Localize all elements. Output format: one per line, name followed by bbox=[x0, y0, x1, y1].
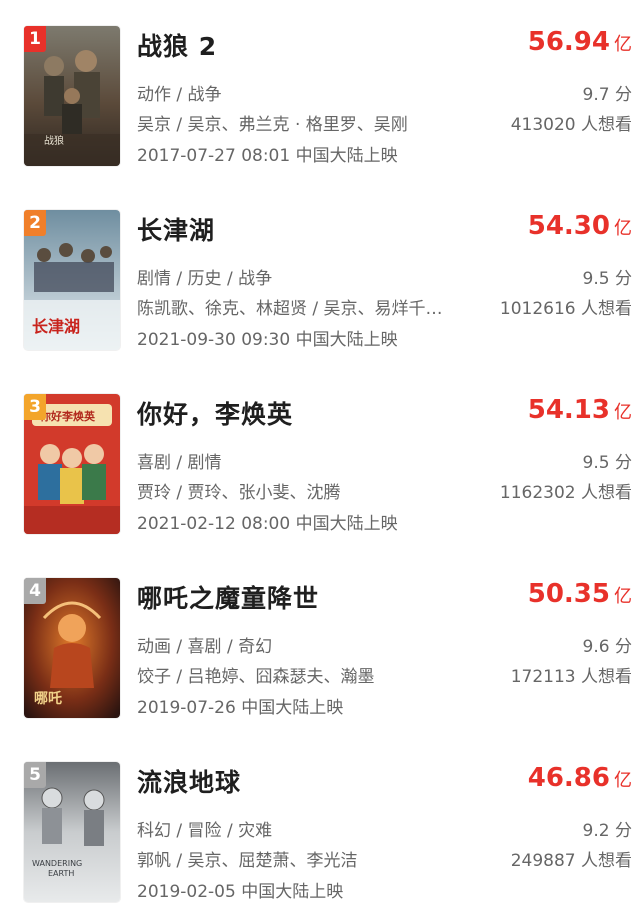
svg-text:你好李焕英: 你好李焕英 bbox=[39, 409, 96, 423]
list-item[interactable]: 哪吒 4 哪吒之魔童降世 50.35 亿 动画 / 喜剧 / 奇幻 9.6 分 饺… bbox=[0, 552, 640, 736]
svg-text:长津湖: 长津湖 bbox=[32, 317, 80, 336]
release-date: 2019-07-26 中国大陆上映 bbox=[137, 698, 344, 718]
box-office: 54.30 亿 bbox=[528, 211, 632, 241]
genres: 剧情 / 历史 / 战争 bbox=[137, 269, 273, 289]
score: 9.6 分 bbox=[582, 637, 632, 657]
svg-text:哪吒: 哪吒 bbox=[34, 691, 62, 707]
genres: 喜剧 / 剧情 bbox=[137, 453, 222, 473]
rank-badge: 4 bbox=[24, 578, 46, 604]
rank-badge: 1 bbox=[24, 26, 46, 52]
box-office-value: 54.13 bbox=[527, 395, 610, 425]
rank-badge: 3 bbox=[24, 394, 46, 420]
box-office-unit: 亿 bbox=[614, 34, 632, 55]
box-office: 54.13 亿 bbox=[528, 395, 632, 425]
box-office-unit: 亿 bbox=[614, 402, 632, 423]
list-item[interactable]: 你好李焕英 3 你好，李焕英 54.13 亿 喜剧 / 剧情 9.5 分 贾玲 /… bbox=[0, 368, 640, 552]
rank-badge: 2 bbox=[24, 210, 46, 236]
genres: 动画 / 喜剧 / 奇幻 bbox=[137, 637, 273, 657]
score: 9.5 分 bbox=[582, 269, 632, 289]
wish-count: 1012616 人想看 bbox=[499, 299, 632, 319]
box-office-value: 54.30 bbox=[527, 211, 610, 241]
box-office-value: 46.86 bbox=[527, 763, 610, 793]
list-item[interactable]: 战狼 1 战狼 2 56.94 亿 动作 / 战争 9.7 分 吴京 / 吴京、弗… bbox=[0, 0, 640, 184]
box-office-unit: 亿 bbox=[614, 586, 632, 607]
movie-title[interactable]: 流浪地球 bbox=[137, 763, 241, 799]
movie-list: 战狼 1 战狼 2 56.94 亿 动作 / 战争 9.7 分 吴京 / 吴京、弗… bbox=[0, 0, 640, 911]
list-item[interactable]: 长津湖 2 长津湖 54.30 亿 剧情 / 历史 / 战争 9.5 分 陈凯歌、… bbox=[0, 184, 640, 368]
score: 9.2 分 bbox=[582, 821, 632, 841]
cast: 贾玲 / 贾玲、张小斐、沈腾 bbox=[137, 483, 341, 503]
movie-title[interactable]: 你好，李焕英 bbox=[137, 395, 293, 431]
box-office-value: 56.94 bbox=[527, 27, 610, 57]
score: 9.7 分 bbox=[582, 85, 632, 105]
box-office-unit: 亿 bbox=[614, 218, 632, 239]
rank-badge: 5 bbox=[24, 762, 46, 788]
box-office-unit: 亿 bbox=[614, 770, 632, 791]
box-office: 50.35 亿 bbox=[528, 579, 632, 609]
movie-title[interactable]: 长津湖 bbox=[137, 211, 215, 247]
release-date: 2021-09-30 09:30 中国大陆上映 bbox=[137, 330, 398, 350]
svg-text:WANDERING: WANDERING bbox=[32, 859, 82, 868]
cast: 郭帆 / 吴京、屈楚萧、李光洁 bbox=[137, 851, 358, 871]
cast: 陈凯歌、徐克、林超贤 / 吴京、易烊千… bbox=[137, 299, 443, 319]
box-office-value: 50.35 bbox=[527, 579, 610, 609]
cast: 吴京 / 吴京、弗兰克 · 格里罗、吴刚 bbox=[137, 115, 408, 135]
box-office: 56.94 亿 bbox=[528, 27, 632, 57]
release-date: 2019-02-05 中国大陆上映 bbox=[137, 882, 344, 902]
wish-count: 249887 人想看 bbox=[510, 851, 632, 871]
wish-count: 172113 人想看 bbox=[510, 667, 632, 687]
score: 9.5 分 bbox=[582, 453, 632, 473]
svg-text:战狼: 战狼 bbox=[44, 134, 64, 147]
movie-title[interactable]: 战狼 2 bbox=[137, 27, 217, 63]
genres: 动作 / 战争 bbox=[137, 85, 222, 105]
wish-count: 1162302 人想看 bbox=[499, 483, 632, 503]
release-date: 2017-07-27 08:01 中国大陆上映 bbox=[137, 146, 398, 166]
list-item[interactable]: WANDERING EARTH 5 流浪地球 46.86 亿 科幻 / 冒险 / … bbox=[0, 736, 640, 920]
wish-count: 413020 人想看 bbox=[510, 115, 632, 135]
movie-title[interactable]: 哪吒之魔童降世 bbox=[137, 579, 319, 615]
box-office: 46.86 亿 bbox=[528, 763, 632, 793]
svg-text:EARTH: EARTH bbox=[48, 869, 74, 878]
cast: 饺子 / 吕艳婷、囧森瑟夫、瀚墨 bbox=[137, 667, 375, 687]
release-date: 2021-02-12 08:00 中国大陆上映 bbox=[137, 514, 398, 534]
genres: 科幻 / 冒险 / 灾难 bbox=[137, 821, 273, 841]
